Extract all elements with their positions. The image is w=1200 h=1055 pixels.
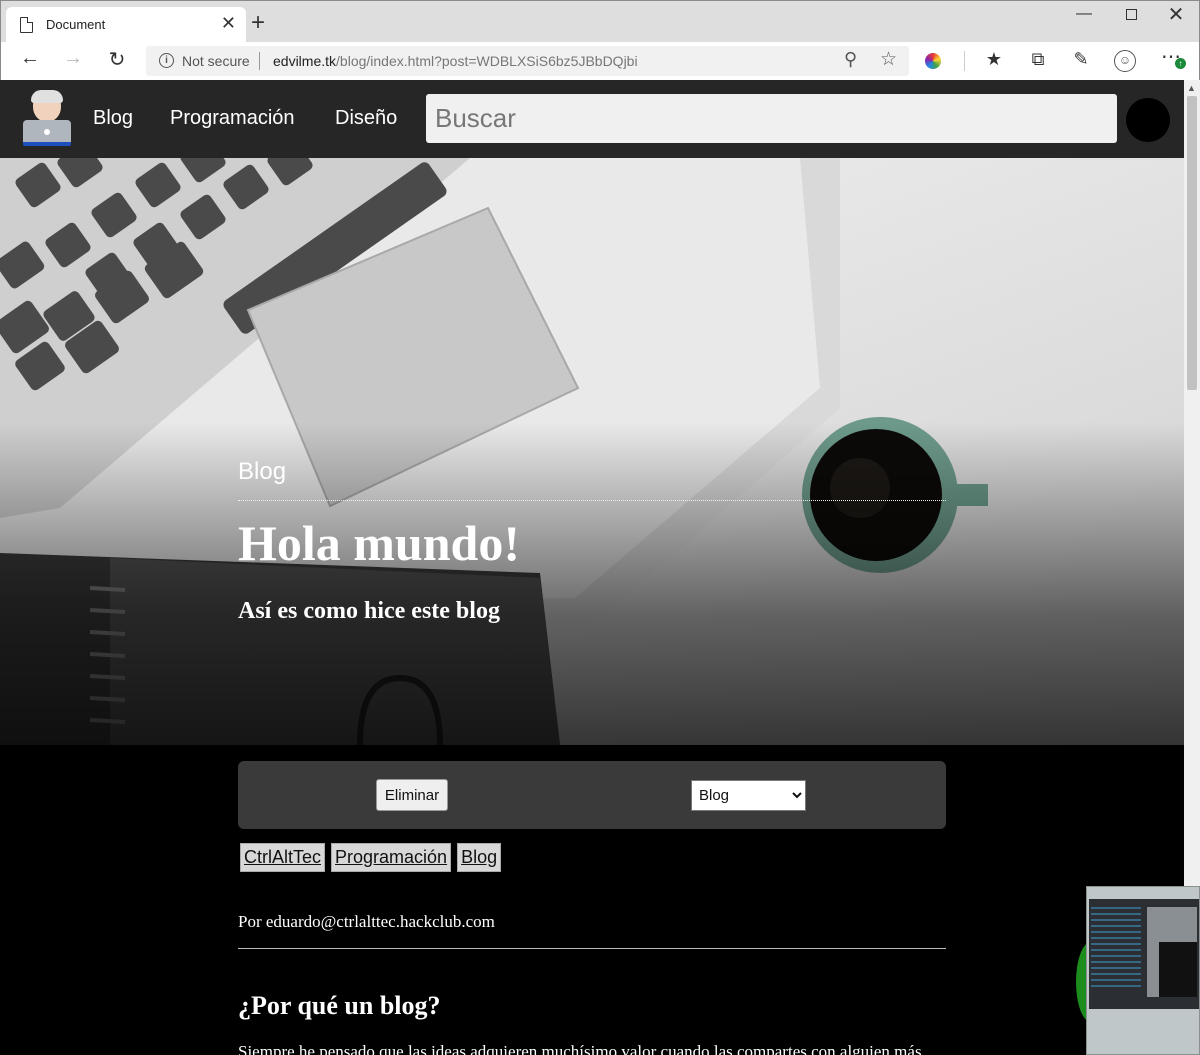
color-wheel-icon[interactable] bbox=[925, 53, 941, 69]
url-text[interactable]: edvilme.tk/blog/index.html?post=WDBLXSiS… bbox=[273, 53, 638, 69]
close-window-button[interactable]: ✕ bbox=[1153, 2, 1199, 27]
nav-link-blog[interactable]: Blog bbox=[93, 107, 133, 130]
thumbnail-page bbox=[1159, 942, 1197, 997]
browser-window: Document ✕ + — ✕ ← → ↻ i Not secure edvi… bbox=[0, 0, 1200, 80]
hero-gradient-overlay bbox=[0, 158, 1184, 745]
web-page: Blog Programación Diseño Buscar Blog Hol… bbox=[0, 80, 1184, 1055]
info-icon[interactable]: i bbox=[159, 53, 174, 68]
logo-hair bbox=[31, 90, 63, 103]
hero-divider bbox=[238, 500, 946, 501]
tag-list: CtrlAltTec Programación Blog bbox=[240, 843, 507, 872]
screen-thumbnail[interactable] bbox=[1086, 886, 1200, 1055]
user-avatar[interactable] bbox=[1126, 98, 1170, 142]
tag-blog[interactable]: Blog bbox=[457, 843, 502, 872]
browser-toolbar: ← → ↻ i Not secure edvilme.tk/blog/index… bbox=[1, 42, 1199, 80]
post-body-text: Siempre he pensado que las ideas adquier… bbox=[238, 1042, 922, 1055]
update-available-icon: ↑ bbox=[1175, 58, 1186, 69]
feedback-icon[interactable]: ✎ bbox=[1068, 49, 1094, 70]
tab-document[interactable]: Document ✕ bbox=[6, 7, 246, 43]
star-icon[interactable]: ☆ bbox=[880, 48, 897, 71]
content-divider bbox=[238, 948, 946, 949]
category-select[interactable]: Blog bbox=[691, 780, 806, 811]
back-arrow-icon[interactable]: ← bbox=[15, 47, 45, 70]
tab-bar: Document ✕ + — ✕ bbox=[1, 1, 1199, 43]
tag-ctrlalttec[interactable]: CtrlAltTec bbox=[240, 843, 326, 872]
profile-icon[interactable]: ☺ bbox=[1114, 50, 1136, 72]
forward-arrow-icon[interactable]: → bbox=[58, 47, 88, 70]
search-input[interactable] bbox=[426, 94, 1117, 143]
page-icon bbox=[20, 17, 33, 33]
address-bar[interactable]: i Not secure edvilme.tk/blog/index.html?… bbox=[146, 46, 909, 76]
post-title: Hola mundo! bbox=[238, 515, 521, 571]
post-actions-panel: Eliminar Blog bbox=[238, 761, 946, 829]
url-path: /blog/index.html?post=WDBLXSiS6bz5JBbDQj… bbox=[336, 53, 638, 69]
tag-programacion[interactable]: Programación bbox=[331, 843, 452, 872]
maximize-icon bbox=[1125, 9, 1137, 20]
collections-icon[interactable]: ⧉ bbox=[1025, 49, 1051, 70]
thumbnail-code-lines bbox=[1091, 907, 1141, 987]
scroll-thumb[interactable] bbox=[1187, 96, 1197, 390]
hero-banner bbox=[0, 158, 1184, 745]
post-category: Blog bbox=[238, 458, 287, 485]
tab-title: Document bbox=[46, 17, 106, 32]
maximize-button[interactable] bbox=[1108, 5, 1154, 25]
logo-laptop bbox=[23, 120, 71, 146]
favorites-icon[interactable]: ★ bbox=[981, 49, 1007, 70]
scroll-up-icon[interactable]: ▲ bbox=[1187, 83, 1196, 93]
reload-icon[interactable]: ↻ bbox=[102, 47, 132, 72]
site-navbar: Blog Programación Diseño bbox=[0, 80, 1184, 158]
logo-developer-emoji-icon[interactable] bbox=[20, 90, 74, 148]
delete-button[interactable]: Eliminar bbox=[376, 779, 448, 811]
post-author: Por eduardo@ctrlalttec.hackclub.com bbox=[238, 912, 495, 931]
nav-link-programacion[interactable]: Programación bbox=[170, 107, 295, 130]
post-subtitle: Así es como hice este blog bbox=[238, 598, 500, 624]
section-heading: ¿Por qué un blog? bbox=[238, 991, 441, 1020]
url-host: edvilme.tk bbox=[273, 53, 337, 69]
minimize-button[interactable]: — bbox=[1061, 5, 1107, 23]
toolbar-separator bbox=[964, 51, 965, 71]
new-tab-button[interactable]: + bbox=[251, 9, 265, 37]
address-separator bbox=[259, 52, 260, 70]
nav-link-diseno[interactable]: Diseño bbox=[335, 107, 397, 130]
zoom-icon[interactable]: ⚲ bbox=[844, 49, 857, 70]
not-secure-label[interactable]: Not secure bbox=[182, 53, 250, 69]
tab-close-icon[interactable]: ✕ bbox=[221, 13, 236, 34]
